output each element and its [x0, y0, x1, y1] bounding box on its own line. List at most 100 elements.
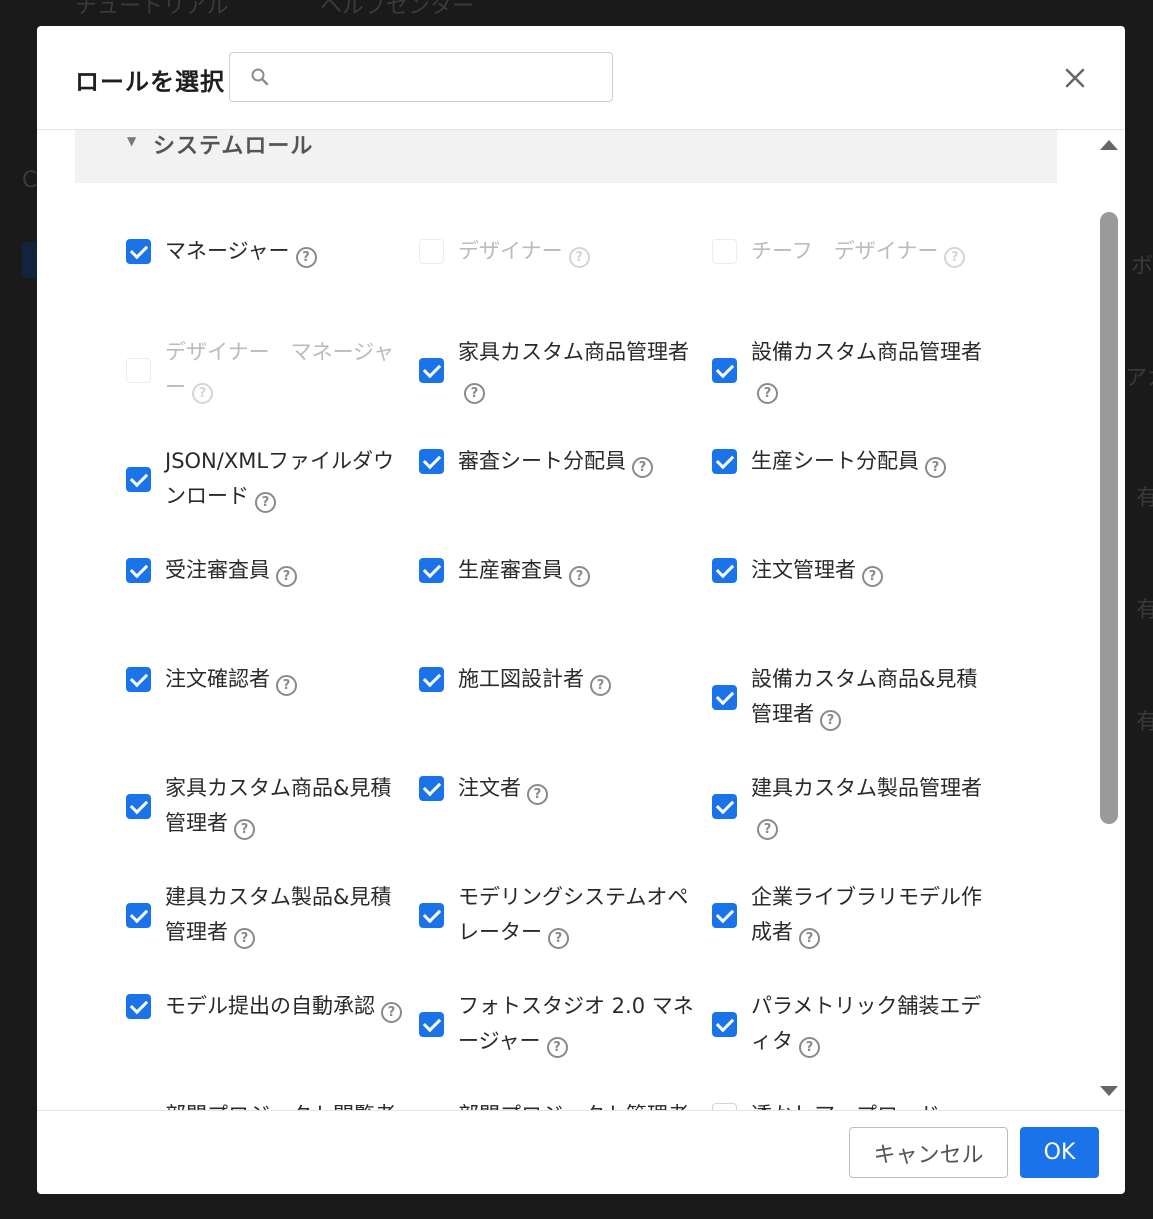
role-checkbox[interactable]	[712, 794, 737, 819]
role-option: デザイナー マネージャー?	[126, 335, 419, 444]
role-checkbox[interactable]	[419, 776, 444, 801]
help-icon[interactable]: ?	[276, 675, 297, 696]
role-label-text: マネージャー	[165, 239, 290, 263]
help-icon[interactable]: ?	[568, 247, 590, 268]
role-option[interactable]: パラメトリック舗装エディタ?	[712, 989, 1005, 1098]
role-checkbox[interactable]	[126, 467, 151, 492]
role-checkbox[interactable]	[126, 903, 151, 928]
ok-button[interactable]: OK	[1020, 1127, 1099, 1178]
role-label-text: モデル提出の自動承認	[165, 994, 375, 1018]
help-icon[interactable]: ?	[632, 457, 653, 478]
role-checkbox[interactable]	[419, 903, 444, 928]
role-checkbox[interactable]	[419, 449, 444, 474]
scroll-up-arrow-icon[interactable]	[1100, 140, 1118, 150]
help-icon[interactable]: ?	[527, 784, 548, 805]
help-icon[interactable]: ?	[820, 710, 841, 731]
search-field[interactable]	[229, 52, 613, 102]
role-label: 注文管理者?	[751, 553, 996, 588]
role-option[interactable]: フォトスタジオ 2.0 マネージャー?	[419, 989, 712, 1098]
role-checkbox[interactable]	[712, 358, 737, 383]
role-label: 透かしアップロード?	[751, 1098, 996, 1110]
role-option[interactable]: 受注審査員?	[126, 553, 419, 662]
scrollbar[interactable]	[1095, 130, 1125, 1110]
help-icon[interactable]: ?	[548, 928, 569, 949]
role-option[interactable]: 設備カスタム商品&見積管理者?	[712, 662, 1005, 771]
help-icon[interactable]: ?	[234, 819, 255, 840]
role-checkbox[interactable]	[126, 994, 151, 1019]
role-option[interactable]: モデリングシステムオペレーター?	[419, 880, 712, 989]
role-label: 受注審査員?	[165, 553, 410, 588]
help-icon[interactable]: ?	[546, 1037, 568, 1058]
role-option[interactable]: 審査シート分配員?	[419, 444, 712, 553]
role-checkbox[interactable]	[419, 558, 444, 583]
help-icon[interactable]: ?	[192, 383, 213, 404]
role-checkbox[interactable]	[419, 667, 444, 692]
cancel-button[interactable]: キャンセル	[849, 1127, 1008, 1178]
role-option[interactable]: 部門プロジェクト管理者?	[419, 1098, 712, 1110]
close-icon[interactable]	[1059, 62, 1091, 94]
role-option[interactable]: 透かしアップロード?	[712, 1098, 1005, 1110]
role-checkbox[interactable]	[712, 685, 737, 710]
role-option[interactable]: 建具カスタム製品&見積管理者?	[126, 880, 419, 989]
role-option[interactable]: 生産シート分配員?	[712, 444, 1005, 553]
role-label: フォトスタジオ 2.0 マネージャー?	[458, 989, 703, 1059]
role-option[interactable]: マネージャー?	[126, 226, 419, 302]
help-icon[interactable]: ?	[569, 566, 590, 587]
role-option[interactable]: 家具カスタム商品&見積管理者?	[126, 771, 419, 880]
role-checkbox[interactable]	[126, 239, 151, 264]
role-checkbox[interactable]	[126, 558, 151, 583]
help-icon[interactable]: ?	[862, 566, 883, 587]
help-icon[interactable]: ?	[944, 247, 966, 268]
role-checkbox[interactable]	[419, 358, 444, 383]
caret-down-icon: ▼	[127, 134, 137, 148]
help-icon[interactable]: ?	[464, 383, 485, 404]
role-checkbox[interactable]	[712, 1103, 737, 1110]
role-option[interactable]: 建具カスタム製品管理者?	[712, 771, 1005, 880]
search-input[interactable]	[278, 61, 598, 93]
role-label-text: フォトスタジオ 2.0 マネージャー	[458, 994, 694, 1053]
role-option[interactable]: 注文管理者?	[712, 553, 1005, 662]
help-icon[interactable]: ?	[799, 1037, 820, 1058]
role-checkbox[interactable]	[712, 903, 737, 928]
help-icon[interactable]: ?	[381, 1002, 402, 1023]
role-checkbox[interactable]	[712, 449, 737, 474]
scroll-thumb[interactable]	[1100, 212, 1118, 824]
role-option[interactable]: モデル提出の自動承認?	[126, 989, 419, 1098]
role-option[interactable]: 施工図設計者?	[419, 662, 712, 771]
role-checkbox[interactable]	[419, 1012, 444, 1037]
role-label-text: 設備カスタム商品&見積管理者	[751, 667, 978, 726]
help-icon[interactable]: ?	[757, 819, 778, 840]
role-option[interactable]: 生産審査員?	[419, 553, 712, 662]
role-label: チーフ デザイナー?	[751, 234, 996, 269]
role-label: 生産シート分配員?	[751, 444, 996, 479]
role-label-text: 家具カスタム商品管理者	[458, 340, 689, 364]
help-icon[interactable]: ?	[276, 566, 297, 587]
bg-fragment: C	[22, 168, 38, 193]
role-option[interactable]: 企業ライブラリモデル作成者?	[712, 880, 1005, 989]
role-option[interactable]: 家具カスタム商品管理者?	[419, 335, 712, 444]
help-icon[interactable]: ?	[295, 247, 317, 268]
help-icon[interactable]: ?	[799, 928, 820, 949]
help-icon[interactable]: ?	[255, 492, 276, 513]
role-option[interactable]: 設備カスタム商品管理者?	[712, 335, 1005, 444]
role-option[interactable]: 注文確認者?	[126, 662, 419, 771]
role-option[interactable]: 部門プロジェクト閲覧者?	[126, 1098, 419, 1110]
role-option[interactable]: 注文者?	[419, 771, 712, 880]
help-icon[interactable]: ?	[590, 675, 611, 696]
role-label-text: 部門プロジェクト管理者	[458, 1103, 689, 1110]
help-icon[interactable]: ?	[925, 457, 946, 478]
bg-nav-tutorial: チュートリアル	[75, 0, 229, 19]
role-list-area: ▼ システムロール マネージャー? デザイナー? チーフ デザイナー? デザイナー マ…	[37, 130, 1095, 1110]
scroll-down-arrow-icon[interactable]	[1100, 1086, 1118, 1096]
group-header-system-roles[interactable]: ▼ システムロール	[75, 130, 1057, 183]
role-option[interactable]: JSON/XMLファイルダウンロード?	[126, 444, 419, 553]
role-checkbox[interactable]	[126, 794, 151, 819]
role-checkbox[interactable]	[126, 667, 151, 692]
help-icon[interactable]: ?	[234, 928, 255, 949]
help-icon[interactable]: ?	[757, 383, 778, 404]
role-label-text: 建具カスタム製品&見積管理者	[165, 885, 392, 944]
role-checkbox[interactable]	[712, 1012, 737, 1037]
role-checkbox[interactable]	[712, 558, 737, 583]
role-label: 施工図設計者?	[458, 662, 703, 697]
role-label-text: JSON/XMLファイルダウンロード	[165, 449, 395, 508]
